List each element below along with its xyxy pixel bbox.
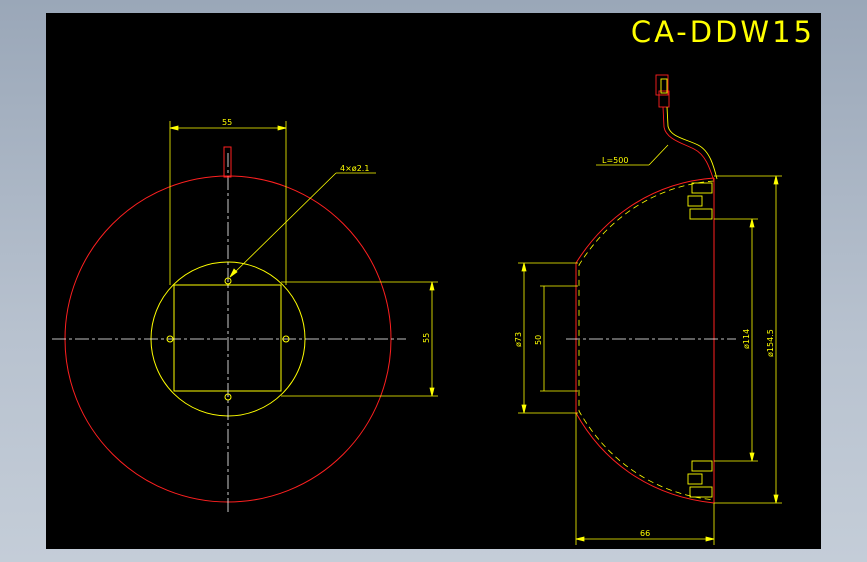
dim-50-dimension (540, 285, 578, 392)
front-view (52, 121, 438, 513)
side-view (518, 74, 782, 545)
cable-assembly (655, 74, 718, 182)
label-square-height: 55 (422, 333, 431, 343)
label-dia-73: ø73 (514, 332, 523, 347)
cad-viewport[interactable]: 55 4×ø2.1 55 L=500 ø73 50 ø114 ø154.5 66… (46, 13, 821, 549)
label-top-width: 55 (222, 118, 232, 127)
mounting-clips (687, 182, 713, 498)
technical-drawing: 55 4×ø2.1 55 L=500 ø73 50 ø114 ø154.5 66 (52, 74, 782, 545)
dome-profile (575, 177, 715, 504)
label-dia-114: ø114 (742, 329, 751, 349)
label-holes: 4×ø2.1 (340, 164, 369, 173)
depth-66-dimension (575, 413, 715, 545)
dia-114-dimension (714, 218, 758, 462)
label-depth-66: 66 (640, 529, 650, 538)
dia-73-dimension (518, 262, 578, 414)
square-cutout (173, 284, 282, 392)
label-cable-length: L=500 (602, 156, 628, 165)
cable-stub (223, 146, 232, 178)
label-dia-154: ø154.5 (766, 329, 775, 357)
drawing-title: CA-DDW15 (630, 15, 815, 49)
hole-leader (229, 172, 376, 278)
label-dim-50: 50 (534, 335, 543, 345)
